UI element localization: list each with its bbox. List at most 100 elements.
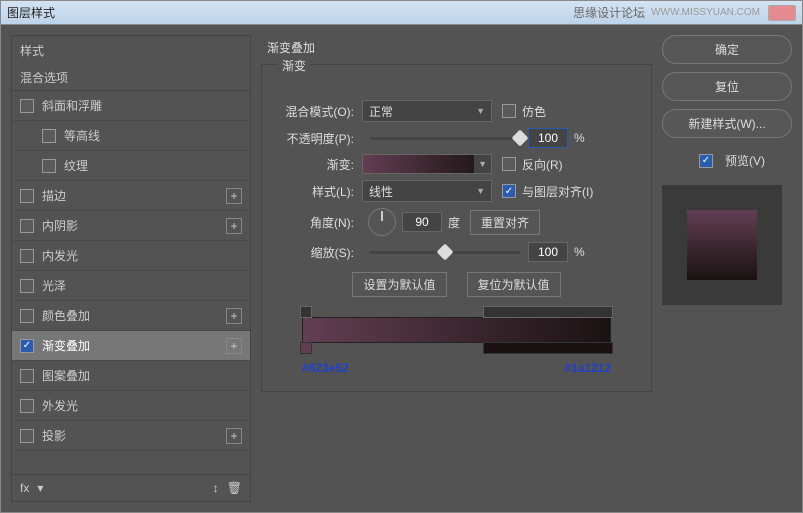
preview-box <box>662 185 782 305</box>
action-panel: 确定 复位 新建样式(W)... 预览(V) <box>662 35 792 502</box>
forum-url: WWW.MISSYUAN.COM <box>651 7 760 18</box>
hex-right: #1a1212 <box>564 361 611 375</box>
reset-align-button[interactable]: 重置对齐 <box>470 210 540 235</box>
gradient-color-stop-left[interactable] <box>300 342 312 354</box>
opacity-value[interactable]: 100 <box>528 128 568 148</box>
new-style-button[interactable]: 新建样式(W)... <box>662 109 792 138</box>
add-effect-icon[interactable]: + <box>226 188 242 204</box>
reset-button[interactable]: 复位 <box>662 72 792 101</box>
blend-mode-select[interactable]: 正常 ▼ <box>362 100 492 122</box>
opacity-thumb[interactable] <box>512 129 529 146</box>
style-item-0[interactable]: 斜面和浮雕 <box>12 91 250 121</box>
ok-button[interactable]: 确定 <box>662 35 792 64</box>
gradient-label: 渐变: <box>272 156 362 173</box>
style-item-10[interactable]: 外发光 <box>12 391 250 421</box>
dither-checkbox[interactable] <box>502 104 516 118</box>
gradient-color-stop-right[interactable] <box>483 342 613 354</box>
style-item-3[interactable]: 描边+ <box>12 181 250 211</box>
style-label: 样式(L): <box>272 183 362 200</box>
blending-options[interactable]: 混合选项 <box>12 65 250 91</box>
window-title: 图层样式 <box>7 4 573 21</box>
close-button[interactable] <box>768 5 796 21</box>
align-checkbox[interactable] <box>502 184 516 198</box>
style-checkbox[interactable] <box>20 339 34 353</box>
style-item-7[interactable]: 颜色叠加+ <box>12 301 250 331</box>
gradient-opacity-stop-left[interactable] <box>300 306 312 318</box>
degree-label: 度 <box>448 214 460 231</box>
align-label: 与图层对齐(I) <box>522 183 593 200</box>
style-item-6[interactable]: 光泽 <box>12 271 250 301</box>
style-select[interactable]: 线性 ▼ <box>362 180 492 202</box>
style-checkbox[interactable] <box>20 399 34 413</box>
preview-toggle[interactable]: 预览(V) <box>662 152 792 169</box>
style-item-4[interactable]: 内阴影+ <box>12 211 250 241</box>
scale-value[interactable]: 100 <box>528 242 568 262</box>
style-checkbox[interactable] <box>20 189 34 203</box>
style-item-2[interactable]: 纹理 <box>12 151 250 181</box>
reverse-checkbox[interactable] <box>502 157 516 171</box>
opacity-label: 不透明度(P): <box>272 130 362 147</box>
chevron-down-icon: ▼ <box>476 106 485 116</box>
styles-header: 样式 <box>12 36 250 65</box>
style-label: 颜色叠加 <box>42 307 226 324</box>
gradient-picker[interactable]: ▼ <box>362 154 492 174</box>
angle-label: 角度(N): <box>272 214 362 231</box>
style-checkbox[interactable] <box>42 129 56 143</box>
style-checkbox[interactable] <box>20 279 34 293</box>
fx-arrow-icon[interactable]: ▾ <box>37 481 43 495</box>
add-effect-icon[interactable]: + <box>226 428 242 444</box>
angle-dial[interactable] <box>368 208 396 236</box>
style-checkbox[interactable] <box>20 249 34 263</box>
add-effect-icon[interactable]: + <box>226 338 242 354</box>
chevron-down-icon: ▼ <box>476 186 485 196</box>
add-effect-icon[interactable]: + <box>226 218 242 234</box>
percent-label: % <box>574 131 585 145</box>
gradient-opacity-stop-right[interactable] <box>483 306 613 318</box>
style-item-1[interactable]: 等高线 <box>12 121 250 151</box>
style-checkbox[interactable] <box>20 369 34 383</box>
options-panel: 渐变叠加 渐变 混合模式(O): 正常 ▼ 仿色 不透明度(P): <box>261 35 652 502</box>
scale-slider[interactable] <box>370 251 520 254</box>
style-row: 样式(L): 线性 ▼ 与图层对齐(I) <box>272 180 641 202</box>
opacity-slider[interactable] <box>370 137 520 140</box>
angle-row: 角度(N): 90 度 重置对齐 <box>272 208 641 236</box>
scale-label: 缩放(S): <box>272 244 362 261</box>
style-item-5[interactable]: 内发光 <box>12 241 250 271</box>
style-label: 内阴影 <box>42 217 226 234</box>
reverse-label: 反向(R) <box>522 156 563 173</box>
gradient-editor[interactable] <box>302 317 611 343</box>
trash-icon[interactable]: 🗑 <box>227 481 242 495</box>
fx-menu[interactable]: fx <box>20 481 29 495</box>
chevron-down-icon: ▼ <box>474 155 491 173</box>
style-item-9[interactable]: 图案叠加 <box>12 361 250 391</box>
style-item-8[interactable]: 渐变叠加+ <box>12 331 250 361</box>
reorder-icon[interactable]: ↕ <box>213 481 219 495</box>
styles-footer: fx ▾ ↕ 🗑 <box>12 474 250 501</box>
reset-default-button[interactable]: 复位为默认值 <box>467 272 561 297</box>
titlebar: 图层样式 思缘设计论坛 WWW.MISSYUAN.COM <box>1 1 802 25</box>
preview-checkbox[interactable] <box>699 154 713 168</box>
set-default-button[interactable]: 设置为默认值 <box>352 272 446 297</box>
opacity-row: 不透明度(P): 100 % <box>272 128 641 148</box>
preview-label: 预览(V) <box>725 152 765 169</box>
style-checkbox[interactable] <box>20 429 34 443</box>
style-checkbox[interactable] <box>20 309 34 323</box>
angle-value[interactable]: 90 <box>402 212 442 232</box>
gradient-group: 渐变 混合模式(O): 正常 ▼ 仿色 不透明度(P): 100 <box>261 64 652 392</box>
preview-swatch <box>687 210 757 280</box>
layer-style-dialog: 图层样式 思缘设计论坛 WWW.MISSYUAN.COM 样式 混合选项 斜面和… <box>0 0 803 513</box>
default-buttons: 设置为默认值 复位为默认值 <box>272 272 641 297</box>
panel-title: 渐变叠加 <box>261 35 652 60</box>
style-item-11[interactable]: 投影+ <box>12 421 250 451</box>
style-label: 光泽 <box>42 277 242 294</box>
style-label: 图案叠加 <box>42 367 242 384</box>
style-checkbox[interactable] <box>20 99 34 113</box>
style-checkbox[interactable] <box>20 219 34 233</box>
style-checkbox[interactable] <box>42 159 56 173</box>
blend-mode-label: 混合模式(O): <box>272 103 362 120</box>
add-effect-icon[interactable]: + <box>226 308 242 324</box>
percent-label: % <box>574 245 585 259</box>
hex-left: #623e52 <box>302 361 349 375</box>
style-label: 外发光 <box>42 397 242 414</box>
scale-thumb[interactable] <box>437 243 454 260</box>
